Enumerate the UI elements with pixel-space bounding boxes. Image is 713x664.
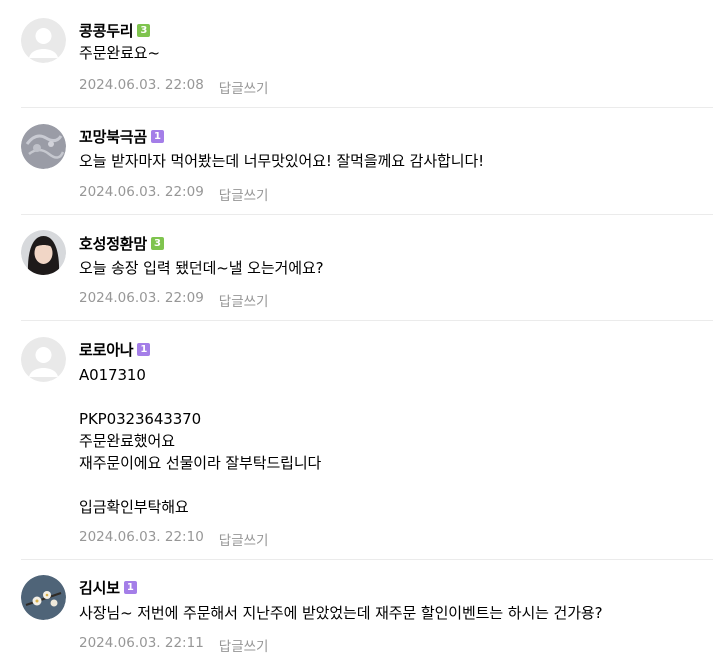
comment-divider [21,214,713,215]
comment-divider [21,107,713,108]
reply-button[interactable]: 답글쓰기 [219,635,269,655]
author-row: 로로아나 1 [79,339,151,360]
portrait-photo-avatar[interactable] [21,230,66,275]
comment-text: 주문완료요~ [79,44,160,62]
comment-date: 2024.06.03. 22:08 [79,77,204,93]
level-badge: 3 [137,24,151,37]
comment-meta: 2024.06.03. 22:09 답글쓰기 [79,184,268,204]
author-nickname[interactable]: 콩콩두리 [79,20,134,41]
comment-meta: 2024.06.03. 22:09 답글쓰기 [79,290,268,310]
reply-button[interactable]: 답글쓰기 [219,77,269,97]
comment-date: 2024.06.03. 22:11 [79,635,204,651]
reply-button[interactable]: 답글쓰기 [219,290,269,310]
comment-text: A017310 PKP0323643370 주문완료했어요 재주문이에요 선물이… [79,366,322,516]
level-badge: 1 [137,343,151,356]
comment-meta: 2024.06.03. 22:10 답글쓰기 [79,529,268,549]
level-badge: 1 [123,581,137,594]
comment-meta: 2024.06.03. 22:11 답글쓰기 [79,635,268,655]
author-nickname[interactable]: 호성정환맘 [79,233,147,254]
comment-text: 오늘 송장 입력 됐던데~낼 오는거에요? [79,259,324,277]
comment-text: 사장님~ 저번에 주문해서 지난주에 받았었는데 재주문 할인이벤트는 하시는 … [79,604,603,622]
sketch-photo-avatar[interactable] [21,124,66,169]
comment-date: 2024.06.03. 22:09 [79,290,204,306]
reply-button[interactable]: 답글쓰기 [219,184,269,204]
default-avatar-icon[interactable] [21,18,66,63]
level-badge: 1 [151,130,165,143]
author-row: 김시보 1 [79,577,137,598]
comment-meta: 2024.06.03. 22:08 답글쓰기 [79,77,268,97]
author-nickname[interactable]: 김시보 [79,577,120,598]
author-row: 호성정환맘 3 [79,233,165,254]
flower-photo-avatar[interactable] [21,575,66,620]
comment-date: 2024.06.03. 22:10 [79,529,204,545]
comment-divider [21,559,713,560]
default-avatar-icon[interactable] [21,337,66,382]
level-badge: 3 [151,237,165,250]
comment-date: 2024.06.03. 22:09 [79,184,204,200]
reply-button[interactable]: 답글쓰기 [219,529,269,549]
author-row: 꼬망북극곰 1 [79,126,165,147]
author-nickname[interactable]: 로로아나 [79,339,134,360]
comment-text: 오늘 받자마자 먹어봤는데 너무맛있어요! 잘먹을께요 감사합니다! [79,152,485,170]
author-row: 콩콩두리 3 [79,20,151,41]
author-nickname[interactable]: 꼬망북극곰 [79,126,147,147]
comment-divider [21,320,713,321]
